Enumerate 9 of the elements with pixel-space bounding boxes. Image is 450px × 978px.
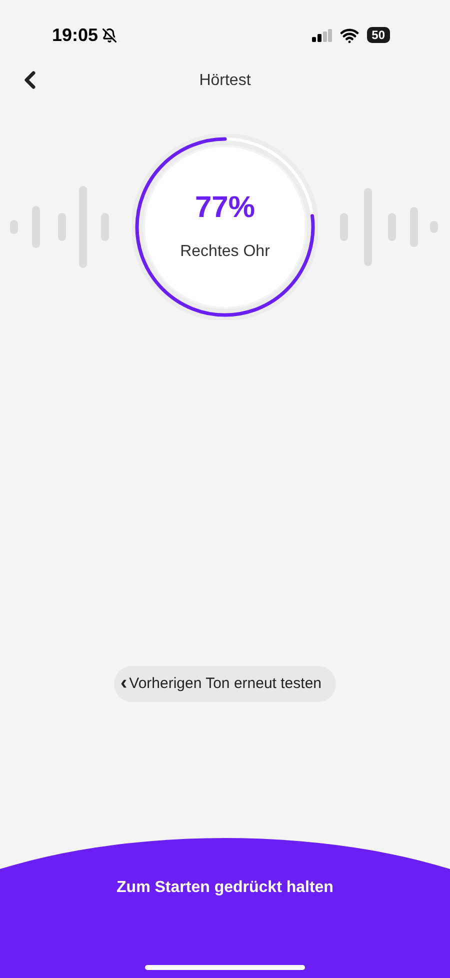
mute-icon [102,28,118,42]
battery-indicator: 50 [366,27,390,43]
page-title: Hörtest [199,71,251,91]
retry-button[interactable]: ‹Vorherigen Ton erneut testen [114,666,336,702]
ear-label: Rechtes Ohr [180,242,270,262]
start-panel[interactable]: Zum Starten gedrückt halten [0,838,450,978]
signal-icon [312,28,332,42]
status-time: 19:05 [52,24,98,46]
percent-value: 77% [194,190,256,226]
